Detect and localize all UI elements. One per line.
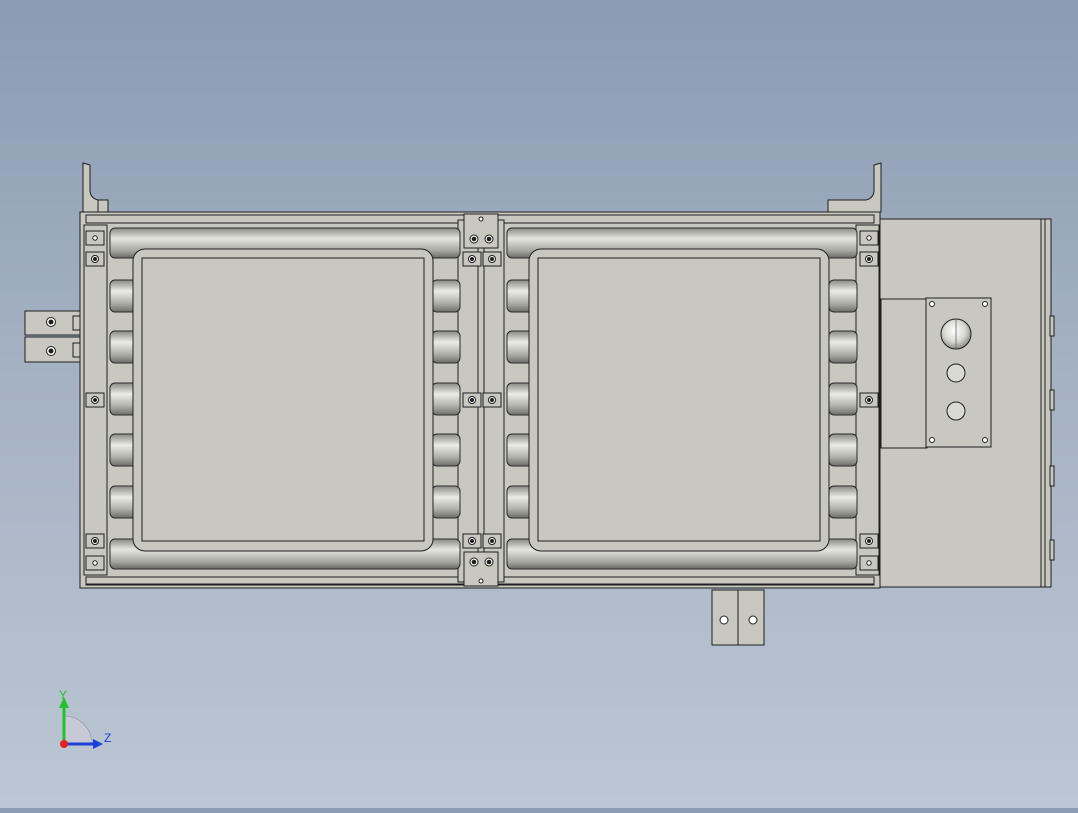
right-top-hook	[827, 162, 882, 213]
pallet-left	[132, 248, 434, 552]
triad-quadrant	[63, 715, 93, 745]
center-clamp-bottom	[463, 551, 499, 587]
cad-graphics-viewport[interactable]: Y Z	[0, 0, 1078, 808]
control-box	[877, 218, 1055, 588]
indicator-lamp	[946, 363, 966, 383]
bottom-mount-bracket	[711, 589, 765, 646]
triad-x-axis	[60, 740, 68, 748]
cad-model-view	[24, 162, 1055, 749]
center-clamp-top	[463, 213, 499, 249]
view-orientation-triad[interactable]	[59, 697, 103, 749]
pallet-right	[528, 248, 830, 552]
triad-z-label: Z	[104, 731, 112, 745]
conveyor-assembly	[24, 162, 1055, 646]
left-mount-bracket	[24, 310, 83, 363]
indicator-lamp	[946, 401, 966, 421]
triad-y-label: Y	[59, 688, 68, 702]
